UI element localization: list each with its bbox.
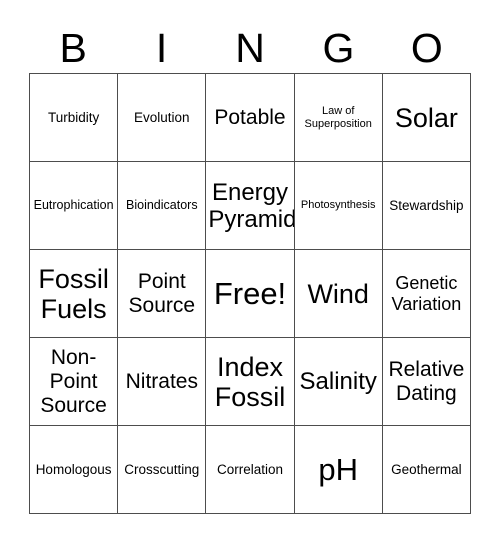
- bingo-cell-label: Photosynthesis: [300, 199, 376, 211]
- bingo-cell-label: Wind: [307, 278, 369, 309]
- bingo-cell-g3[interactable]: Wind: [294, 250, 383, 338]
- bingo-cell-free-space[interactable]: Free!: [206, 250, 295, 338]
- bingo-cell-label: pH: [318, 451, 359, 487]
- bingo-cell-label: Index Fossil: [214, 351, 286, 412]
- bingo-grid: Turbidity Evolution Potable Law of Super…: [29, 73, 471, 514]
- bingo-cell-label: Law of Superposition: [304, 104, 372, 130]
- bingo-cell-i5[interactable]: Crosscutting: [118, 426, 207, 514]
- bingo-cell-o4[interactable]: Relative Dating: [382, 338, 471, 426]
- bingo-cell-label: Energy Pyramid: [208, 178, 295, 233]
- bingo-cell-b5[interactable]: Homologous: [30, 426, 119, 514]
- bingo-cell-g2[interactable]: Photosynthesis: [294, 162, 383, 250]
- bingo-cell-label: Nitrates: [125, 369, 198, 393]
- bingo-cell-o1[interactable]: Solar: [382, 74, 471, 162]
- bingo-cell-label: Evolution: [134, 109, 190, 125]
- bingo-cell-n4[interactable]: Index Fossil: [206, 338, 295, 426]
- bingo-cell-o3[interactable]: Genetic Variation: [382, 250, 471, 338]
- bingo-card: B I N G O Turbidity Evolution Potable La…: [0, 0, 500, 544]
- bingo-cell-n5[interactable]: Correlation: [206, 426, 295, 514]
- bingo-cell-n1[interactable]: Potable: [206, 74, 295, 162]
- bingo-cell-label: Relative Dating: [388, 357, 465, 405]
- bingo-cell-label: Salinity: [299, 368, 377, 395]
- bingo-cell-label: Free!: [213, 275, 287, 311]
- bingo-cell-label: Solar: [394, 102, 458, 133]
- bingo-cell-label: Fossil Fuels: [38, 263, 109, 324]
- bingo-cell-o5[interactable]: Geothermal: [382, 426, 471, 514]
- bingo-cell-b4[interactable]: Non- Point Source: [30, 338, 119, 426]
- bingo-cell-i4[interactable]: Nitrates: [118, 338, 207, 426]
- bingo-header-letter-n: N: [235, 25, 265, 71]
- bingo-header-letter-o: O: [410, 25, 443, 71]
- bingo-cell-i3[interactable]: Point Source: [118, 250, 207, 338]
- bingo-cell-label: Stewardship: [389, 197, 464, 213]
- bingo-cell-o2[interactable]: Stewardship: [382, 162, 471, 250]
- bingo-cell-i1[interactable]: Evolution: [118, 74, 207, 162]
- bingo-cell-label: Bioindicators: [126, 198, 198, 212]
- bingo-header-letter-g: G: [322, 25, 355, 71]
- bingo-cell-label: Crosscutting: [124, 461, 200, 477]
- bingo-cell-n2[interactable]: Energy Pyramid: [206, 162, 295, 250]
- bingo-cell-b3[interactable]: Fossil Fuels: [30, 250, 119, 338]
- bingo-header: B I N G O: [29, 18, 471, 70]
- bingo-cell-label: Eutrophication: [33, 198, 114, 212]
- bingo-cell-b1[interactable]: Turbidity: [30, 74, 119, 162]
- bingo-header-letter-b: B: [59, 25, 87, 71]
- bingo-cell-label: Non- Point Source: [40, 345, 107, 417]
- bingo-cell-label: Potable: [214, 105, 286, 129]
- bingo-header-letter-i: I: [155, 25, 168, 71]
- bingo-cell-b2[interactable]: Eutrophication: [30, 162, 119, 250]
- bingo-cell-label: Genetic Variation: [391, 272, 462, 314]
- bingo-cell-label: Point Source: [128, 269, 196, 317]
- bingo-cell-label: Geothermal: [391, 461, 462, 477]
- bingo-cell-g1[interactable]: Law of Superposition: [294, 74, 383, 162]
- bingo-cell-label: Homologous: [35, 461, 112, 477]
- bingo-cell-label: Correlation: [216, 461, 283, 477]
- bingo-cell-i2[interactable]: Bioindicators: [118, 162, 207, 250]
- bingo-cell-g4[interactable]: Salinity: [294, 338, 383, 426]
- bingo-cell-label: Turbidity: [47, 109, 100, 125]
- bingo-cell-g5[interactable]: pH: [294, 426, 383, 514]
